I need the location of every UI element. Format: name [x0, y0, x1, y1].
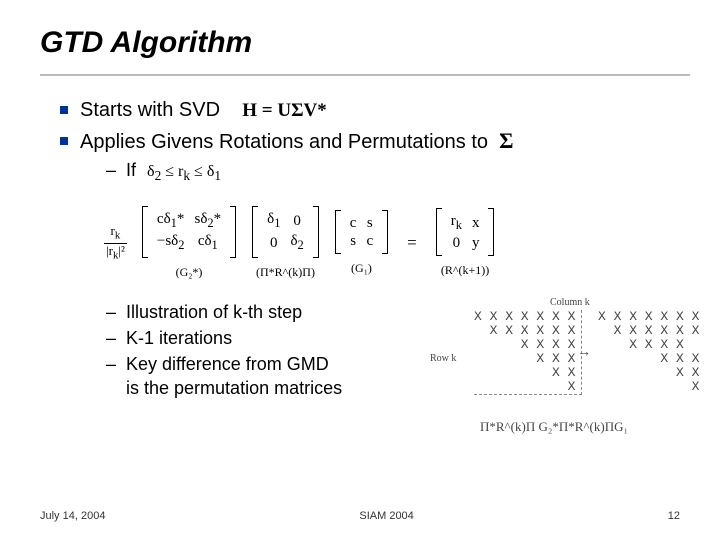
- footer-venue: SIAM 2004: [359, 510, 413, 522]
- title-divider: [40, 70, 690, 76]
- subbullet-1: – Illustration of k-th step: [106, 300, 430, 324]
- subbullet-2-text: K-1 iterations: [126, 326, 232, 350]
- sub-bullet-list: – Illustration of k-th step – K-1 iterat…: [60, 300, 430, 446]
- matrix-g1-label: (G₁): [332, 261, 391, 276]
- subbullet-3a-text: Key difference from GMD: [126, 354, 329, 374]
- bullet-2-text: Applies Givens Rotations and Permutation…: [80, 131, 488, 153]
- dash-icon: –: [106, 352, 116, 376]
- subbullet-3b-text: is the permutation matrices: [126, 378, 342, 398]
- diagram-row-label: Row k: [430, 352, 456, 366]
- bullet-2: Applies Givens Rotations and Permutation…: [60, 127, 690, 156]
- dash-icon: –: [106, 158, 116, 182]
- subbullet-if: – If δ2 ≤ rk ≤ δ1: [106, 158, 690, 188]
- bullet-1-math: H = UΣV*: [242, 100, 326, 121]
- matrix-g2: cδ1*sδ2*−sδ2cδ1: [142, 206, 236, 258]
- bullet-1: Starts with SVD H = UΣV*: [60, 96, 690, 125]
- matrix-rk-label: (Π*R^(k)Π): [249, 265, 322, 280]
- equals-sign: =: [407, 233, 417, 253]
- matrix-rk: δ100δ2: [252, 206, 319, 258]
- bullet-1-text: Starts with SVD: [80, 99, 220, 121]
- lower-row: – Illustration of k-th step – K-1 iterat…: [60, 300, 690, 446]
- diagram-left-matrix: X X X X X X X X X X X X X X X X X X X X …: [474, 310, 582, 395]
- subbullet-3: – Key difference from GMD is the permuta…: [106, 352, 430, 400]
- diagram-col-label: Column k: [550, 296, 590, 310]
- matrix-equation: rk |rk|² cδ1*sδ2*−sδ2cδ1 (G₂*) δ100δ2 (Π…: [102, 206, 690, 280]
- fraction: rk |rk|²: [104, 224, 127, 262]
- slide-footer: July 14, 2004 SIAM 2004 12: [40, 510, 680, 522]
- if-label: If: [126, 160, 136, 180]
- slide: GTD Algorithm Starts with SVD H = UΣV* A…: [0, 0, 720, 540]
- matrix-g2-label: (G₂*): [139, 265, 239, 280]
- bullet-icon: [60, 106, 68, 114]
- if-math: δ2 ≤ rk ≤ δ1: [147, 163, 221, 180]
- footer-date: July 14, 2004: [40, 510, 105, 522]
- bullet-icon: [60, 137, 68, 145]
- arrow-icon: →: [580, 346, 588, 360]
- bullet-list: Starts with SVD H = UΣV* Applies Givens …: [60, 96, 690, 446]
- matrix-g1: cssc: [335, 210, 388, 254]
- dash-icon: –: [106, 300, 116, 324]
- step-diagram: Column k Row k X X X X X X X X X X X X X…: [430, 296, 690, 446]
- diagram-bottom-formula: Π*R^(k)Π G₂*Π*R^(k)ΠG₁: [480, 420, 628, 434]
- sigma-symbol: Σ: [499, 128, 513, 153]
- footer-page: 12: [668, 510, 680, 522]
- matrix-rhs: rkx0y: [436, 208, 495, 256]
- subbullet-2: – K-1 iterations: [106, 326, 430, 350]
- slide-title: GTD Algorithm: [40, 26, 690, 60]
- matrix-rhs-label: (R^(k+1)): [433, 263, 498, 278]
- subbullet-1-text: Illustration of k-th step: [126, 300, 302, 324]
- dash-icon: –: [106, 326, 116, 350]
- diagram-right-matrix: X X X X X X X X X X X X X X X X X X X X …: [598, 310, 699, 394]
